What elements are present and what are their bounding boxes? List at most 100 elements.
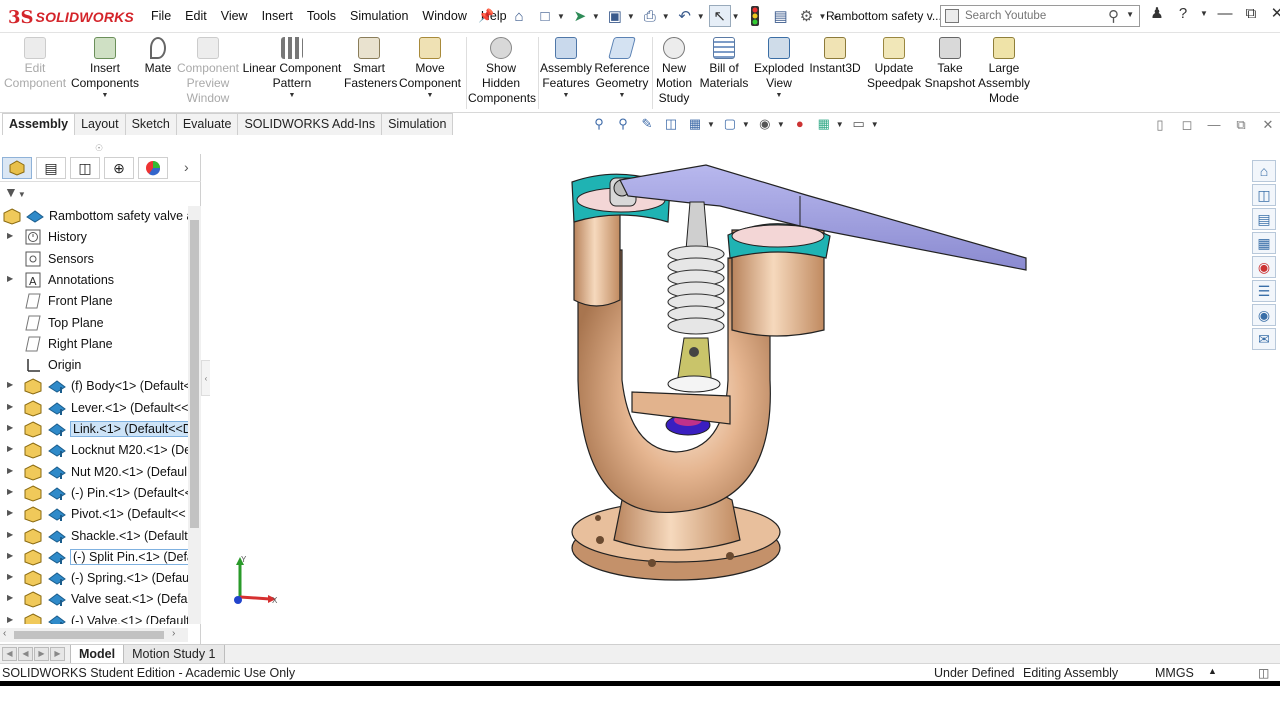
mate-button[interactable]: Mate bbox=[142, 37, 174, 76]
move-component-caret-icon[interactable]: ▼ bbox=[398, 91, 462, 101]
search-source-icon[interactable] bbox=[945, 9, 959, 23]
search-box[interactable]: ⚲ ▼ bbox=[940, 5, 1140, 27]
property-manager-icon[interactable]: ▤ bbox=[36, 157, 66, 179]
display-manager-icon[interactable] bbox=[138, 157, 168, 179]
unit-system-caret-icon[interactable]: ▲ bbox=[1208, 666, 1217, 676]
custom-properties-icon[interactable]: ☰ bbox=[1252, 280, 1276, 302]
scroll-right-icon[interactable]: › bbox=[172, 628, 175, 639]
help-icon[interactable]: ? bbox=[1174, 5, 1192, 22]
expand-arrow-icon[interactable]: ▶ bbox=[7, 530, 13, 539]
insert-components-caret-icon[interactable]: ▼ bbox=[70, 91, 140, 101]
menu-window[interactable]: Window bbox=[415, 9, 473, 23]
file-explorer-icon[interactable]: ▤ bbox=[1252, 208, 1276, 230]
help-caret-icon[interactable]: ▼ bbox=[1200, 9, 1208, 18]
tab-solidworks-add-ins[interactable]: SOLIDWORKS Add-Ins bbox=[237, 113, 383, 135]
expand-arrow-icon[interactable]: ▶ bbox=[7, 423, 13, 432]
edit-component-button[interactable]: Edit Component bbox=[4, 37, 66, 91]
expand-arrow-icon[interactable]: ▶ bbox=[7, 402, 13, 411]
menu-tools[interactable]: Tools bbox=[300, 9, 343, 23]
viewport-tile-icon[interactable]: ▯ bbox=[1152, 117, 1168, 133]
new-caret-icon[interactable]: ▼ bbox=[557, 12, 565, 21]
expand-arrow-icon[interactable]: ▶ bbox=[7, 551, 13, 560]
tree-item[interactable]: ▶ (f) Body<1> (Default< bbox=[0, 376, 188, 397]
hide-show-items-icon[interactable]: ◉ bbox=[756, 116, 774, 133]
search-input[interactable] bbox=[965, 8, 1105, 24]
tree-item[interactable]: ▶ Link.<1> (Default<<D bbox=[0, 419, 188, 440]
new-motion-study-button[interactable]: New Motion Study bbox=[654, 37, 694, 106]
tree-item[interactable]: ▶ (-) Split Pin.<1> (Defa bbox=[0, 547, 188, 568]
save-icon[interactable]: ▣ bbox=[604, 5, 626, 27]
tree-item[interactable]: Front Plane bbox=[0, 291, 188, 312]
move-component-button[interactable]: Move Component ▼ bbox=[398, 37, 462, 101]
tree-scroll-thumb[interactable] bbox=[190, 220, 199, 528]
open-caret-icon[interactable]: ▼ bbox=[592, 12, 600, 21]
tab-sketch[interactable]: Sketch bbox=[124, 113, 177, 135]
tree-item[interactable]: ▶ (-) Valve.<1> (Default bbox=[0, 611, 188, 624]
tree-item[interactable]: ▶ Valve seat.<1> (Defau bbox=[0, 589, 188, 610]
home-icon[interactable]: ⌂ bbox=[508, 5, 530, 27]
menu-view[interactable]: View bbox=[214, 9, 255, 23]
menu-edit[interactable]: Edit bbox=[178, 9, 214, 23]
new-document-icon[interactable]: □ bbox=[534, 5, 556, 27]
fm-split-handle-icon[interactable]: ☉ bbox=[95, 143, 103, 154]
tree-item[interactable]: ▶ Pivot.<1> (Default<< bbox=[0, 504, 188, 525]
design-library-icon[interactable]: ◫ bbox=[1252, 184, 1276, 206]
minimize-icon[interactable]: — bbox=[1216, 5, 1234, 22]
safety-valve-model[interactable] bbox=[210, 136, 1250, 644]
view-orientation-icon[interactable]: ▢ bbox=[721, 116, 739, 133]
undo-icon[interactable]: ↶ bbox=[674, 5, 696, 27]
viewport-minimize-icon[interactable]: — bbox=[1206, 117, 1222, 133]
first-tab-icon[interactable]: ◀ bbox=[2, 647, 17, 661]
reference-geometry-caret-icon[interactable]: ▼ bbox=[594, 91, 650, 101]
show-hidden-components-button[interactable]: Show Hidden Components bbox=[468, 37, 536, 106]
expand-arrow-icon[interactable]: ▶ bbox=[7, 380, 13, 389]
solidworks-resources-icon[interactable]: ⌂ bbox=[1252, 160, 1276, 182]
prev-tab-icon[interactable]: ◀ bbox=[18, 647, 33, 661]
dimxpert-manager-icon[interactable]: ⊕ bbox=[104, 157, 134, 179]
tree-item[interactable]: ▶ Shackle.<1> (Default- bbox=[0, 526, 188, 547]
section-view-icon[interactable]: ◫ bbox=[662, 116, 680, 133]
tree-hscroll-thumb[interactable] bbox=[14, 631, 164, 639]
close-icon[interactable]: ✕ bbox=[1268, 4, 1280, 22]
expand-arrow-icon[interactable]: ▶ bbox=[7, 444, 13, 453]
take-snapshot-button[interactable]: Take Snapshot bbox=[924, 37, 976, 91]
next-tab-icon[interactable]: ▶ bbox=[34, 647, 49, 661]
expand-arrow-icon[interactable]: ▶ bbox=[7, 593, 13, 602]
linear-component-pattern-button[interactable]: Linear Component Pattern ▼ bbox=[242, 37, 342, 101]
menu-simulation[interactable]: Simulation bbox=[343, 9, 415, 23]
view-settings-icon[interactable]: ▭ bbox=[850, 116, 868, 133]
viewport-close-icon[interactable]: ✕ bbox=[1260, 117, 1276, 133]
tree-item[interactable]: ▶ Nut M20.<1> (Defaul bbox=[0, 462, 188, 483]
filter-icon[interactable]: ▼▼ bbox=[4, 184, 26, 200]
expand-arrow-icon[interactable]: ▶ bbox=[7, 615, 13, 624]
hide-show-caret-icon[interactable]: ▼ bbox=[777, 120, 785, 129]
search-dropdown-icon[interactable]: ▼ bbox=[1126, 10, 1134, 19]
expand-arrow-icon[interactable]: ▶ bbox=[7, 572, 13, 581]
solidworks-forum-icon[interactable]: ◉ bbox=[1252, 304, 1276, 326]
tree-horizontal-scrollbar[interactable]: ‹ › bbox=[0, 628, 188, 642]
tree-item[interactable]: ▶ (-) Pin.<1> (Default<< bbox=[0, 483, 188, 504]
configuration-manager-icon[interactable]: ◫ bbox=[70, 157, 100, 179]
component-preview-window-button[interactable]: Component Preview Window bbox=[176, 37, 240, 106]
user-icon[interactable]: ♟ bbox=[1148, 4, 1166, 22]
exploded-view-button[interactable]: Exploded View ▼ bbox=[752, 37, 806, 101]
options-gear-icon[interactable]: ⚙ bbox=[796, 5, 818, 27]
dynamic-annotation-icon[interactable]: ▦ bbox=[686, 116, 704, 133]
reference-geometry-button[interactable]: Reference Geometry ▼ bbox=[594, 37, 650, 101]
tab-model[interactable]: Model bbox=[70, 645, 125, 664]
exploded-view-caret-icon[interactable]: ▼ bbox=[752, 91, 806, 101]
expand-arrow-icon[interactable]: ▶ bbox=[7, 231, 13, 240]
view-settings-caret-icon[interactable]: ▼ bbox=[871, 120, 879, 129]
restore-icon[interactable]: ⧉ bbox=[1242, 5, 1260, 22]
tree-item[interactable]: ▶ Locknut M20.<1> (De bbox=[0, 440, 188, 461]
tree-item[interactable]: Origin bbox=[0, 355, 188, 376]
tab-simulation[interactable]: Simulation bbox=[381, 113, 454, 135]
scene-caret-icon[interactable]: ▼ bbox=[836, 120, 844, 129]
tree-item[interactable]: ▶ History bbox=[0, 227, 188, 248]
linear-pattern-caret-icon[interactable]: ▼ bbox=[242, 91, 342, 101]
zoom-to-fit-icon[interactable]: ⚲ bbox=[590, 116, 608, 133]
expand-arrow-icon[interactable]: ▶ bbox=[7, 487, 13, 496]
display-style-caret-icon[interactable]: ▼ bbox=[742, 120, 750, 129]
menu-file[interactable]: File bbox=[144, 9, 178, 23]
solidworks-logo[interactable]: 3S SOLIDWORKS bbox=[8, 6, 134, 28]
